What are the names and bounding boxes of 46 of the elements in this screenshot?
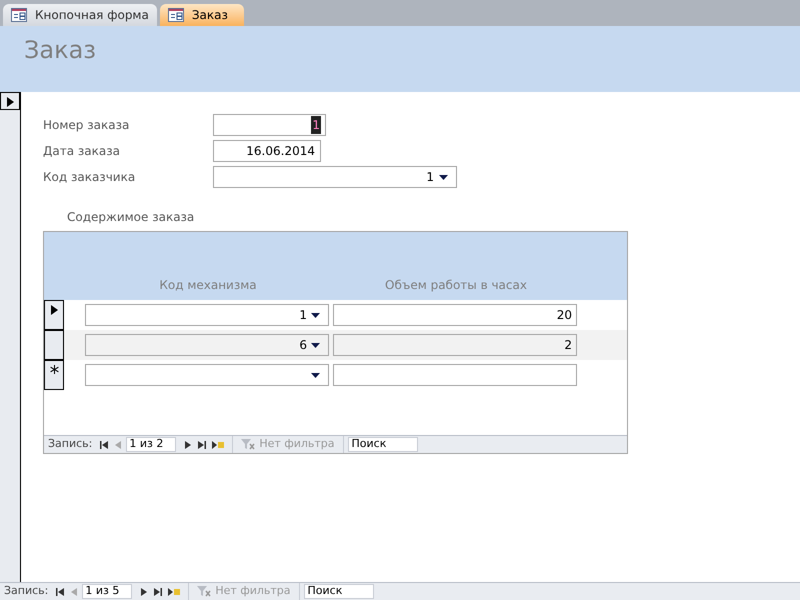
input-field[interactable]	[333, 364, 577, 386]
first-record-icon[interactable]	[56, 588, 64, 596]
search-field[interactable]: Поиск	[304, 584, 374, 599]
current-record-icon	[50, 305, 58, 315]
combo-box[interactable]: 6	[85, 334, 329, 356]
record-position-field[interactable]: 1 из 5	[82, 584, 132, 599]
record-label: Запись:	[3, 583, 50, 600]
record-selector[interactable]	[44, 360, 64, 390]
dropdown-caret-icon[interactable]	[311, 312, 320, 318]
field-label: Дата заказа	[43, 143, 121, 160]
record-selector[interactable]	[44, 300, 64, 330]
record-selector[interactable]	[44, 330, 64, 360]
first-record-icon[interactable]	[100, 440, 108, 448]
next-record-icon[interactable]	[184, 440, 192, 448]
record-position-field[interactable]: 1 из 2	[126, 437, 176, 452]
record-selector[interactable]	[0, 92, 20, 110]
input-field[interactable]: 16.06.2014	[213, 140, 321, 162]
new-record-icon[interactable]	[168, 588, 180, 596]
combo-box[interactable]: 1	[85, 304, 329, 326]
document-tab[interactable]: Заказ	[160, 4, 244, 26]
asterisk-icon	[50, 365, 58, 374]
dropdown-caret-icon[interactable]	[311, 342, 320, 348]
search-field[interactable]: Поиск	[348, 437, 418, 452]
current-record-icon	[6, 97, 14, 107]
subform-title: Содержимое заказа	[67, 209, 196, 226]
column-header: Код механизма	[158, 277, 258, 294]
last-record-icon[interactable]	[154, 588, 162, 596]
form-icon	[168, 8, 184, 22]
input-field[interactable]: 2	[333, 334, 577, 356]
new-record-icon[interactable]	[212, 440, 224, 448]
form-icon	[11, 8, 27, 22]
input-field[interactable]: 1	[213, 114, 326, 136]
column-header: Объем работы в часах	[384, 277, 528, 294]
filter-icon	[241, 439, 256, 450]
record-label: Запись:	[47, 436, 94, 452]
document-tab[interactable]: Кнопочная форма	[3, 4, 157, 26]
last-record-icon[interactable]	[198, 440, 206, 448]
filter-icon	[197, 586, 212, 597]
dropdown-caret-icon[interactable]	[311, 372, 320, 378]
field-label: Номер заказа	[43, 117, 130, 134]
input-field[interactable]: 20	[333, 304, 577, 326]
field-label: Код заказчика	[43, 169, 136, 186]
dropdown-caret-icon[interactable]	[439, 174, 448, 180]
form-title: Заказ	[24, 36, 96, 64]
combo-box[interactable]: 1	[213, 166, 457, 188]
next-record-icon[interactable]	[140, 588, 148, 596]
